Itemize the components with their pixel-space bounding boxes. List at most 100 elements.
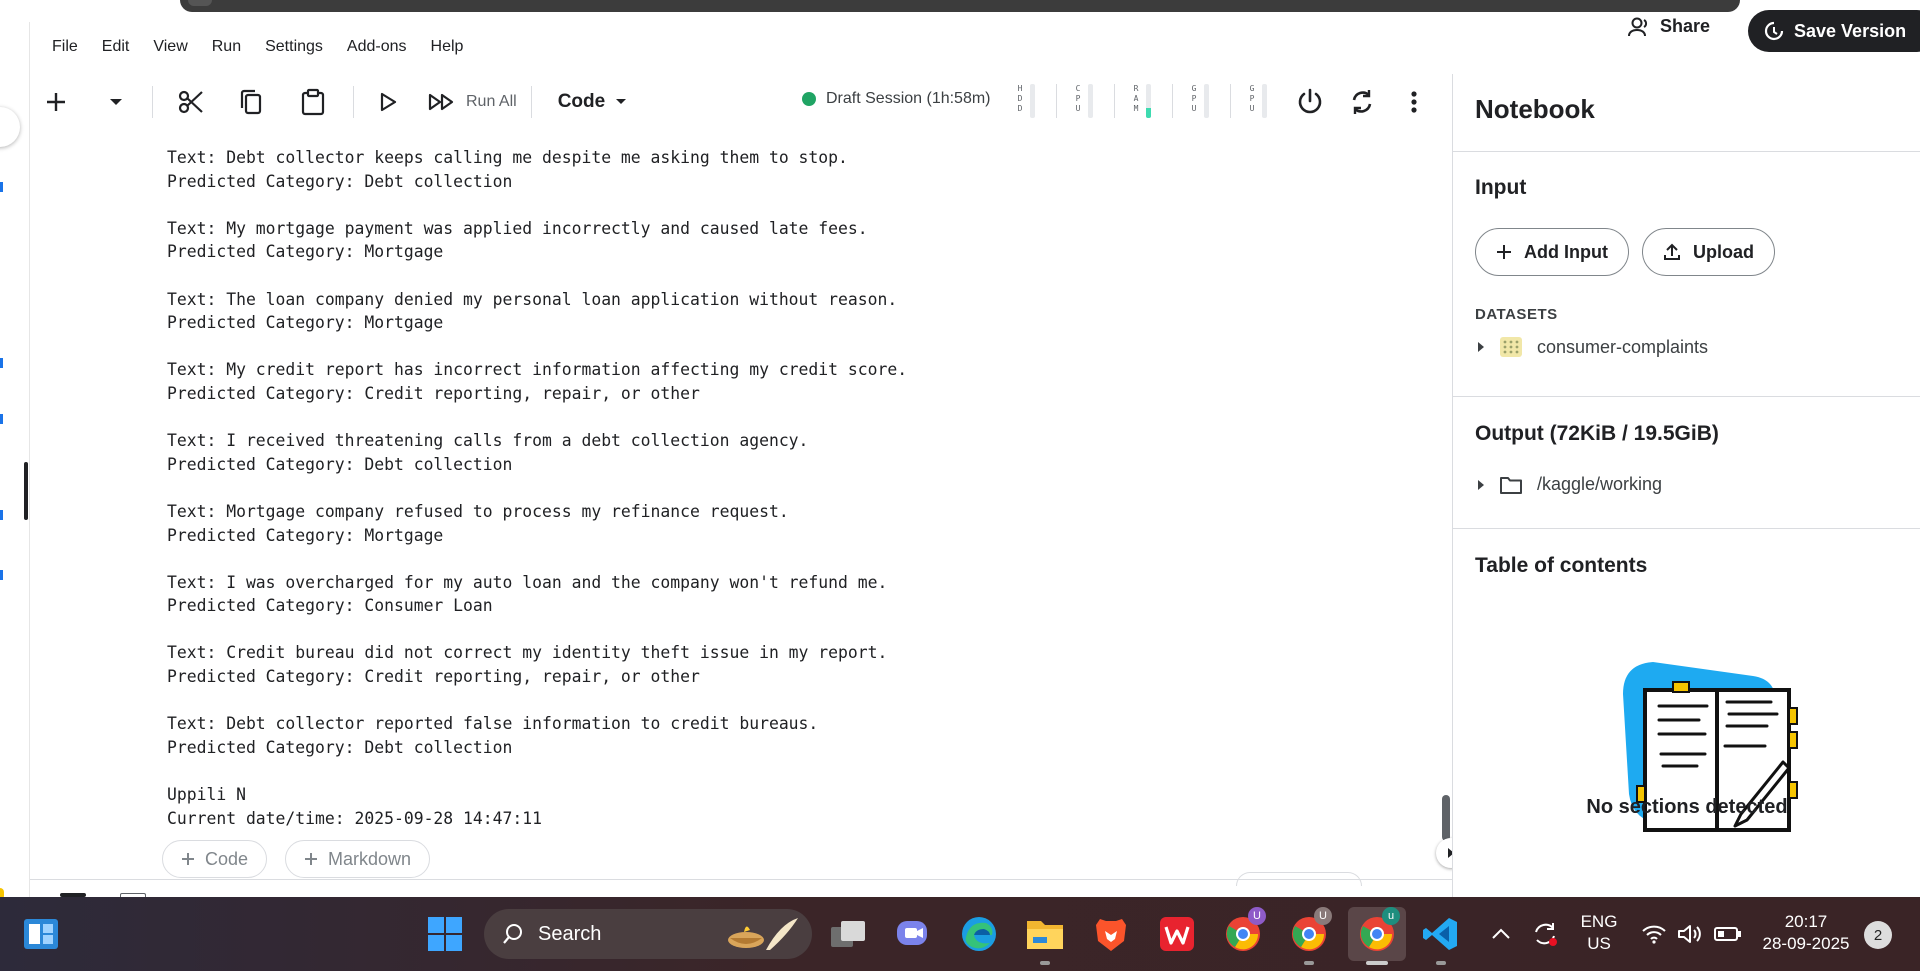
cpu-meter-label: CPU — [1075, 84, 1081, 113]
left-rail — [0, 22, 30, 900]
wifi-icon — [1642, 925, 1666, 944]
power-icon[interactable] — [1290, 82, 1330, 122]
running-indicator — [1304, 961, 1314, 965]
output-text-line: Text: My credit report has incorrect inf… — [167, 360, 908, 380]
bottom-pill-peek[interactable] — [1236, 872, 1362, 886]
paste-icon[interactable] — [293, 82, 333, 122]
sidebar-divider — [1453, 396, 1920, 397]
menu-view[interactable]: View — [153, 38, 187, 56]
output-prediction-line: Predicted Category: Mortgage — [167, 313, 444, 333]
notification-count-badge[interactable]: 2 — [1864, 921, 1892, 949]
plus-icon — [305, 853, 317, 865]
chrome-profile-2-button[interactable]: U — [1284, 907, 1334, 959]
brave-button[interactable] — [1086, 909, 1136, 959]
hdd-meter[interactable]: HDD — [1016, 84, 1046, 118]
input-heading: Input — [1475, 176, 1527, 199]
running-indicator — [1436, 961, 1446, 965]
add-cell-dropdown-icon[interactable] — [96, 82, 136, 122]
output-text-line: Text: Mortgage company refused to proces… — [167, 501, 789, 521]
task-view-button[interactable] — [823, 909, 873, 959]
clock[interactable]: 20:17 28-09-2025 — [1756, 911, 1856, 955]
menu-addons[interactable]: Add-ons — [347, 38, 407, 56]
upload-label: Upload — [1693, 241, 1754, 262]
expand-arrow-icon[interactable] — [1477, 479, 1485, 491]
profile-badge: U — [1248, 907, 1266, 925]
clock-time: 20:17 — [1784, 912, 1828, 931]
chrome-profile-3-button[interactable]: u — [1352, 907, 1402, 959]
copy-icon[interactable] — [231, 82, 271, 122]
gpu-meter-label: GPU — [1191, 84, 1197, 113]
meter-divider — [1056, 84, 1057, 118]
toolbar-divider — [530, 86, 532, 118]
upload-button[interactable]: Upload — [1642, 228, 1775, 276]
menu-help[interactable]: Help — [431, 38, 464, 56]
add-input-button[interactable]: Add Input — [1475, 228, 1629, 276]
output-prediction-line: Predicted Category: Credit reporting, re… — [167, 667, 700, 687]
output-prediction-line: Predicted Category: Debt collection — [167, 737, 513, 757]
output-text-line: Text: I was overcharged for my auto loan… — [167, 572, 888, 592]
file-explorer-button[interactable] — [1020, 909, 1070, 959]
menu-settings[interactable]: Settings — [265, 38, 323, 56]
add-code-cell-button[interactable]: Code — [162, 840, 268, 878]
run-all-icon[interactable] — [422, 82, 462, 122]
battery-button[interactable] — [1708, 909, 1748, 959]
wps-button[interactable] — [1152, 909, 1202, 959]
taskbar-search[interactable]: Search — [484, 909, 812, 959]
menu-edit[interactable]: Edit — [102, 38, 130, 56]
output-author-line: Uppili N — [167, 785, 246, 805]
ram-meter-fill — [1146, 107, 1151, 118]
wifi-button[interactable] — [1636, 909, 1672, 959]
session-status[interactable]: Draft Session (1h:58m) — [802, 90, 991, 108]
run-all-label[interactable]: Run All — [466, 93, 517, 111]
add-markdown-cell-button[interactable]: Markdown — [285, 840, 431, 878]
gpu2-meter[interactable]: GPU — [1248, 84, 1278, 118]
menu-file[interactable]: File — [52, 38, 78, 56]
chrome-profile-1-button[interactable]: U — [1218, 907, 1268, 959]
add-cell-icon[interactable] — [36, 82, 76, 122]
expand-arrow-icon[interactable] — [1477, 341, 1485, 353]
save-version-button[interactable]: Save Version — [1748, 10, 1920, 52]
gpu2-meter-label: GPU — [1249, 84, 1255, 113]
output-entry: Text: Credit bureau did not correct my i… — [167, 641, 1437, 688]
speaker-icon — [1678, 925, 1701, 943]
cell-type-select[interactable]: Code — [558, 91, 628, 113]
run-cell-icon[interactable] — [368, 82, 408, 122]
save-version-label: Save Version — [1794, 20, 1907, 41]
restart-icon[interactable] — [1342, 82, 1382, 122]
widgets-button[interactable] — [16, 909, 66, 959]
tray-overflow-button[interactable] — [1486, 909, 1516, 959]
folder-icon — [1500, 476, 1522, 494]
more-options-icon[interactable] — [1394, 82, 1434, 122]
meet-app-button[interactable] — [888, 909, 938, 959]
vscode-button[interactable] — [1416, 909, 1466, 959]
edge-button[interactable] — [954, 909, 1004, 959]
sync-tray-button[interactable] — [1522, 909, 1568, 959]
gpu-meter[interactable]: GPU — [1190, 84, 1220, 118]
editor-scrollbar-thumb[interactable] — [1442, 795, 1450, 841]
language-indicator[interactable]: ENG US — [1574, 911, 1624, 955]
output-prediction-line: Predicted Category: Mortgage — [167, 525, 444, 545]
session-controls — [1290, 82, 1434, 122]
scissors-icon[interactable] — [171, 82, 211, 122]
add-code-label: Code — [205, 848, 249, 869]
battery-icon — [1714, 927, 1741, 941]
share-button[interactable]: Share — [1628, 16, 1710, 37]
output-folder-item[interactable]: /kaggle/working — [1477, 474, 1662, 495]
notebook-sidebar: Notebook Input Add Input Upload DATASETS… — [1452, 74, 1920, 897]
profile-badge: U — [1314, 907, 1332, 925]
rail-create-button[interactable] — [0, 107, 20, 147]
output-text-line: Text: Credit bureau did not correct my i… — [167, 643, 888, 663]
dataset-item[interactable]: consumer-complaints — [1477, 336, 1708, 358]
meter-divider — [1230, 84, 1231, 118]
hdd-meter-bar — [1030, 84, 1035, 118]
rail-mark — [0, 358, 3, 368]
menu-bar: File Edit View Run Settings Add-ons Help — [52, 38, 487, 56]
output-entry: Text: I received threatening calls from … — [167, 429, 1437, 476]
search-placeholder: Search — [538, 922, 602, 945]
volume-button[interactable] — [1672, 909, 1708, 959]
cpu-meter[interactable]: CPU — [1074, 84, 1104, 118]
running-indicator — [1040, 961, 1050, 965]
start-button[interactable] — [420, 909, 470, 959]
menu-run[interactable]: Run — [212, 38, 241, 56]
ram-meter[interactable]: RAM — [1132, 84, 1162, 118]
